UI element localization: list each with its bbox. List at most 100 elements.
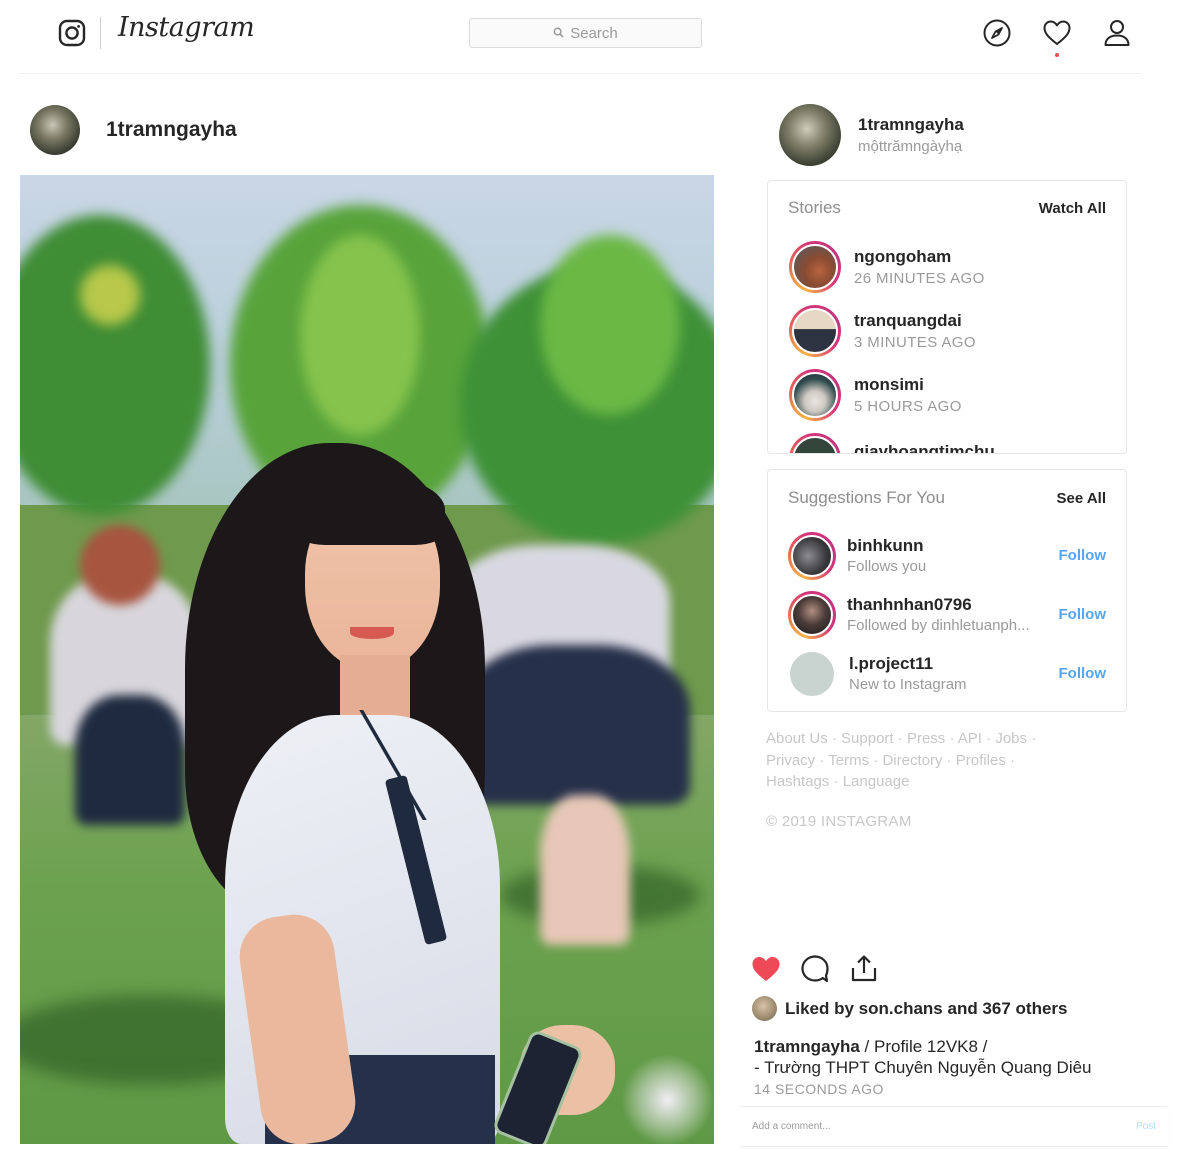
- logo-divider: [100, 17, 101, 49]
- story-item[interactable]: monsimi 5 HOURS AGO: [768, 363, 1126, 427]
- photo-tree: [300, 235, 420, 435]
- story-avatar: [792, 308, 838, 354]
- photo-crowd: [75, 695, 185, 825]
- footer-link-api[interactable]: API: [958, 730, 982, 747]
- copyright: © 2019 INSTAGRAM: [766, 813, 912, 830]
- nav-icons: [982, 18, 1132, 57]
- story-time: 26 MINUTES AGO: [854, 270, 985, 287]
- photo-crowd: [80, 525, 160, 605]
- story-username: ngongoham: [854, 247, 952, 266]
- footer-links: About Us · Support · Press · API · Jobs …: [766, 730, 1037, 790]
- top-navigation-bar: Instagram Search: [20, 0, 1140, 74]
- likes-summary[interactable]: Liked by son.chans and 367 others: [752, 996, 1067, 1021]
- story-item[interactable]: giayhoangtimchu: [768, 427, 1126, 454]
- story-time: 5 HOURS AGO: [854, 398, 962, 415]
- suggestion-username[interactable]: l.project11: [849, 654, 1059, 674]
- post-author-avatar[interactable]: [30, 105, 80, 155]
- instagram-wordmark[interactable]: Instagram: [118, 12, 255, 43]
- suggestion-item: binhkunn Follows you Follow: [768, 526, 1126, 585]
- suggestion-avatar[interactable]: [790, 651, 834, 696]
- caption-username[interactable]: 1tramngayha: [754, 1037, 860, 1056]
- story-username: tranquangdai: [854, 311, 962, 330]
- sidebar-profile-avatar[interactable]: [779, 104, 841, 166]
- footer-link-directory[interactable]: Directory: [882, 752, 942, 769]
- suggestion-ring[interactable]: [788, 590, 836, 639]
- post-photo[interactable]: [20, 175, 714, 1144]
- suggestion-item: thanhnhan0796 Followed by dinhletuanph..…: [768, 585, 1126, 644]
- suggestion-username[interactable]: binhkunn: [847, 536, 1059, 556]
- search-icon: [553, 25, 564, 42]
- photo-crowd: [460, 645, 690, 805]
- suggestions-panel: Suggestions For You See All binhkunn Fol…: [767, 469, 1127, 712]
- suggestions-header: Suggestions For You See All: [768, 470, 1126, 526]
- suggestions-title: Suggestions For You: [788, 488, 945, 507]
- suggestion-reason: Followed by dinhletuanph...: [847, 617, 1030, 634]
- story-ring: [789, 369, 841, 421]
- see-all-button[interactable]: See All: [1057, 490, 1106, 507]
- suggestion-ring[interactable]: [788, 531, 836, 580]
- watch-all-button[interactable]: Watch All: [1039, 200, 1106, 217]
- stories-panel: Stories Watch All ngongoham 26 MINUTES A…: [767, 180, 1127, 454]
- photo-tree: [80, 265, 140, 325]
- compass-icon: [982, 19, 1012, 52]
- stories-header: Stories Watch All: [768, 181, 1126, 235]
- footer-link-about[interactable]: About Us: [766, 730, 828, 747]
- story-item[interactable]: ngongoham 26 MINUTES AGO: [768, 235, 1126, 299]
- story-avatar: [792, 244, 838, 290]
- sidebar-profile-fullname: mộttrămngàyhạ: [858, 138, 963, 155]
- notification-dot: [1055, 53, 1059, 57]
- post-actions: [750, 953, 880, 985]
- explore-button[interactable]: [982, 18, 1012, 48]
- story-avatar: [792, 436, 838, 453]
- instagram-camera-icon[interactable]: [58, 19, 86, 47]
- comment-button[interactable]: [799, 953, 831, 985]
- search-input[interactable]: Search: [469, 18, 702, 48]
- story-ring: [789, 433, 841, 453]
- story-username: giayhoangtimchu: [854, 442, 995, 454]
- footer-link-press[interactable]: Press: [907, 730, 945, 747]
- footer-link-terms[interactable]: Terms: [828, 752, 869, 769]
- liker-avatar: [752, 996, 777, 1021]
- footer-link-privacy[interactable]: Privacy: [766, 752, 815, 769]
- caption-text-line2: - Trường THPT Chuyên Nguyễn Quang Diêu: [754, 1058, 1092, 1077]
- search-placeholder: Search: [570, 24, 618, 42]
- comment-bar: Post: [740, 1106, 1168, 1147]
- footer-link-profiles[interactable]: Profiles: [956, 752, 1006, 769]
- footer-link-language[interactable]: Language: [843, 773, 910, 790]
- comment-input[interactable]: [752, 1121, 1136, 1132]
- profile-button[interactable]: [1102, 18, 1132, 48]
- footer-link-support[interactable]: Support: [841, 730, 894, 747]
- suggestion-reason: Follows you: [847, 558, 927, 575]
- story-item[interactable]: tranquangdai 3 MINUTES AGO: [768, 299, 1126, 363]
- follow-button[interactable]: Follow: [1059, 665, 1107, 682]
- story-ring: [789, 305, 841, 357]
- photo-bangs: [295, 475, 445, 545]
- user-icon: [1102, 20, 1132, 52]
- like-button[interactable]: [750, 953, 782, 985]
- post-comment-button[interactable]: Post: [1136, 1121, 1156, 1132]
- photo-flowers: [620, 1055, 714, 1144]
- story-ring: [789, 241, 841, 293]
- sidebar-profile-username[interactable]: 1tramngayha: [858, 115, 964, 135]
- follow-button[interactable]: Follow: [1059, 547, 1107, 564]
- comment-icon: [799, 955, 831, 989]
- photo-lips: [350, 627, 394, 639]
- story-avatar: [792, 372, 838, 418]
- follow-button[interactable]: Follow: [1059, 606, 1107, 623]
- activity-button[interactable]: [1042, 18, 1072, 57]
- heart-filled-icon: [750, 957, 782, 989]
- share-button[interactable]: [848, 953, 880, 985]
- footer-link-hashtags[interactable]: Hashtags: [766, 773, 829, 790]
- suggestion-reason: New to Instagram: [849, 676, 967, 693]
- post-author-header: 1tramngayha: [30, 105, 237, 155]
- suggestion-username[interactable]: thanhnhan0796: [847, 595, 1059, 615]
- stories-title: Stories: [788, 198, 841, 217]
- likes-text: Liked by son.chans and 367 others: [785, 998, 1068, 1018]
- photo-crowd: [540, 795, 630, 945]
- caption-text-line1: / Profile 12VK8 /: [859, 1037, 988, 1056]
- post-author-username[interactable]: 1tramngayha: [106, 118, 237, 142]
- suggestion-avatar: [791, 534, 833, 577]
- post-timestamp: 14 SECONDS AGO: [754, 1081, 884, 1097]
- heart-icon: [1042, 20, 1072, 52]
- footer-link-jobs[interactable]: Jobs: [995, 730, 1027, 747]
